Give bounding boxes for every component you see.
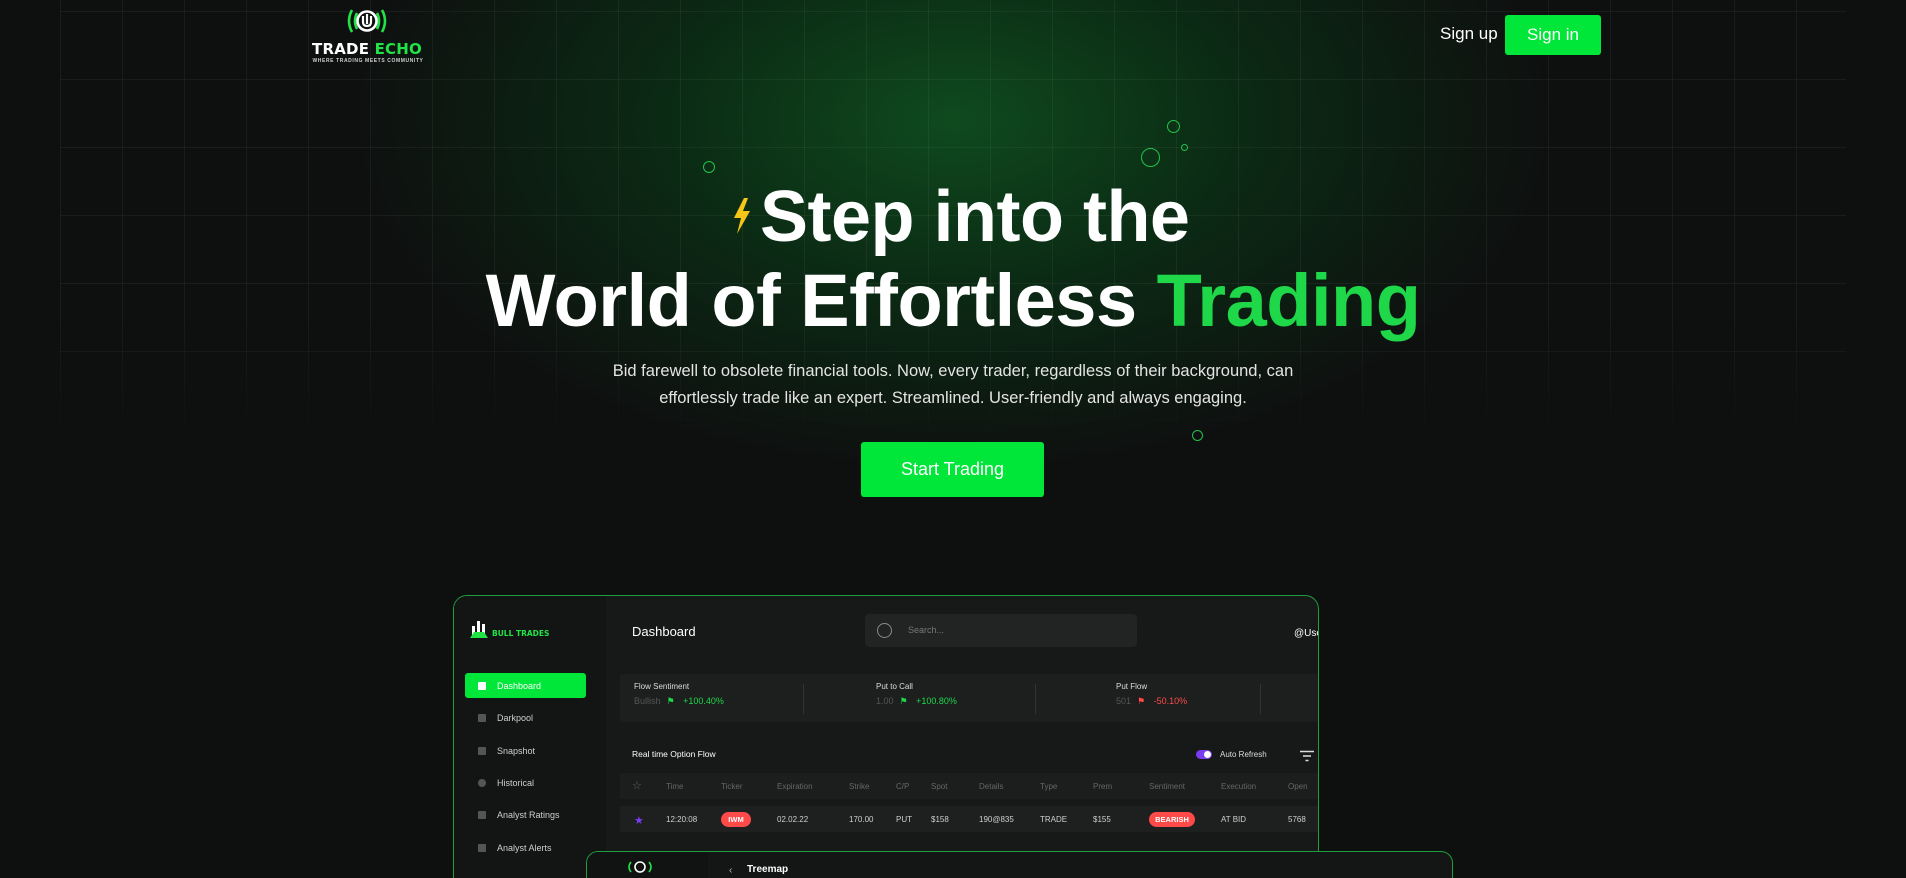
hero-headline-plain: World of Effortless — [485, 259, 1138, 342]
stats-bar: Flow Sentiment Bullish ⚑ +100.40% Put to … — [620, 674, 1318, 722]
bell-icon — [478, 843, 486, 852]
sidebar-item-label: Historical — [497, 777, 535, 788]
treemap-sidebar — [587, 852, 708, 878]
trade-echo-logo[interactable]: TRADE ECHO WHERE TRADING MEETS COMMUNITY — [304, 6, 430, 64]
sidebar-item-label: Analyst Alerts — [497, 842, 552, 853]
bar-chart-icon — [478, 746, 486, 755]
lightning-bolt-icon — [734, 198, 750, 234]
table-header: ☆ Time Ticker Expiration Strike C/P Spot… — [620, 773, 1318, 799]
dashboard-brand: BULL TRADES — [492, 629, 550, 638]
clock-icon — [478, 778, 486, 787]
cell-prem: $155 — [1093, 815, 1111, 824]
pen-icon — [478, 713, 486, 722]
sidebar-item-label: Dashboard — [497, 680, 542, 691]
sidebar-item-label: Darkpool — [497, 712, 534, 723]
start-trading-button[interactable]: Start Trading — [861, 442, 1044, 497]
broadcast-logo-icon — [347, 9, 387, 33]
sidebar-item-label: Snapshot — [497, 745, 536, 756]
cell-type: TRADE — [1040, 815, 1068, 824]
hero-headline-line1: Step into the — [760, 177, 1190, 257]
user-handle[interactable]: @Use — [1294, 628, 1318, 639]
logo-tagline: WHERE TRADING MEETS COMMUNITY — [312, 58, 424, 64]
table-row[interactable]: ★ 12:20:08 IWM 02.02.22 170.00 PUT $158 … — [620, 806, 1318, 832]
sidebar-item-darkpool[interactable]: Darkpool — [465, 705, 586, 730]
column-header[interactable]: Open — [1288, 782, 1308, 791]
divider — [1260, 684, 1261, 714]
column-header[interactable]: Spot — [931, 782, 947, 791]
people-icon — [478, 810, 486, 819]
decor-circle — [1192, 430, 1203, 441]
back-chevron-icon[interactable]: ‹ — [729, 865, 732, 876]
decor-circle — [1167, 120, 1180, 133]
dashboard-search[interactable]: Search... — [865, 614, 1137, 647]
sidebar-item-historical[interactable]: Historical — [465, 770, 586, 795]
decor-circle — [703, 161, 715, 173]
sentiment-badge: BEARISH — [1149, 812, 1195, 827]
auto-refresh-toggle[interactable] — [1196, 750, 1212, 759]
sidebar-item-dashboard[interactable]: Dashboard — [465, 673, 586, 698]
cell-cp: PUT — [896, 815, 912, 824]
column-header[interactable]: Prem — [1093, 782, 1112, 791]
stat-flow-sentiment: Flow Sentiment Bullish ⚑ +100.40% — [634, 682, 724, 706]
divider — [803, 684, 804, 714]
search-icon — [877, 623, 892, 638]
dashboard-title: Dashboard — [632, 624, 696, 639]
cell-strike: 170.00 — [849, 815, 874, 824]
column-header[interactable]: Details — [979, 782, 1003, 791]
hero-headline-accent: Trading — [1156, 259, 1421, 342]
sidebar-item-analyst-alerts[interactable]: Analyst Alerts — [465, 835, 586, 860]
cell-expiration: 02.02.22 — [777, 815, 809, 824]
divider — [1035, 684, 1036, 714]
dashboard-sidebar: BULL TRADES Dashboard Darkpool Snapshot … — [454, 596, 606, 878]
cell-time: 12:20:08 — [666, 815, 698, 824]
cell-open: 5768 — [1288, 815, 1306, 824]
column-header[interactable]: Type — [1040, 782, 1057, 791]
column-header[interactable]: Sentiment — [1149, 782, 1185, 791]
column-header[interactable]: Time — [666, 782, 683, 791]
decor-circle — [1141, 148, 1160, 167]
column-header[interactable]: Ticker — [721, 782, 742, 791]
treemap-preview-card: ‹ Treemap — [586, 851, 1453, 878]
sidebar-item-snapshot[interactable]: Snapshot — [465, 738, 586, 763]
trend-up-icon: ⚑ — [899, 696, 908, 706]
cell-execution: AT BID — [1221, 815, 1247, 824]
column-header[interactable]: Execution — [1221, 782, 1256, 791]
column-header[interactable]: C/P — [896, 782, 909, 791]
option-flow-title: Real time Option Flow — [632, 749, 716, 759]
treemap-title: Treemap — [747, 864, 789, 875]
auto-refresh-label: Auto Refresh — [1220, 750, 1267, 759]
grid-icon — [478, 681, 486, 690]
star-icon[interactable]: ★ — [634, 814, 644, 827]
cell-spot: $158 — [931, 815, 949, 824]
broadcast-logo-icon — [628, 861, 652, 873]
ticker-badge[interactable]: IWM — [721, 812, 751, 827]
sign-up-link[interactable]: Sign up — [1440, 24, 1498, 44]
column-header[interactable]: Expiration — [777, 782, 813, 791]
logo-wordmark: TRADE ECHO — [312, 40, 422, 58]
stat-put-to-call: Put to Call 1.00 ⚑ +100.80% — [876, 682, 957, 706]
column-header[interactable]: Strike — [849, 782, 869, 791]
sidebar-item-analyst-ratings[interactable]: Analyst Ratings — [465, 802, 586, 827]
sidebar-item-label: Analyst Ratings — [497, 809, 560, 820]
filter-icon[interactable] — [1299, 750, 1315, 762]
search-placeholder: Search... — [908, 625, 945, 635]
trend-up-icon: ⚑ — [666, 696, 675, 706]
hero-headline-line2: World of Effortless Trading — [0, 258, 1906, 343]
trend-down-icon: ⚑ — [1137, 696, 1146, 706]
stat-put-flow: Put Flow 501 ⚑ -50.10% — [1116, 682, 1188, 706]
star-icon[interactable]: ☆ — [632, 779, 642, 792]
cell-details: 190@835 — [979, 815, 1014, 824]
decor-circle — [1181, 144, 1188, 151]
sign-in-button[interactable]: Sign in — [1505, 15, 1601, 55]
hero-subtext: Bid farewell to obsolete financial tools… — [612, 362, 1294, 407]
dashboard-preview: BULL TRADES Dashboard Darkpool Snapshot … — [453, 595, 1319, 878]
